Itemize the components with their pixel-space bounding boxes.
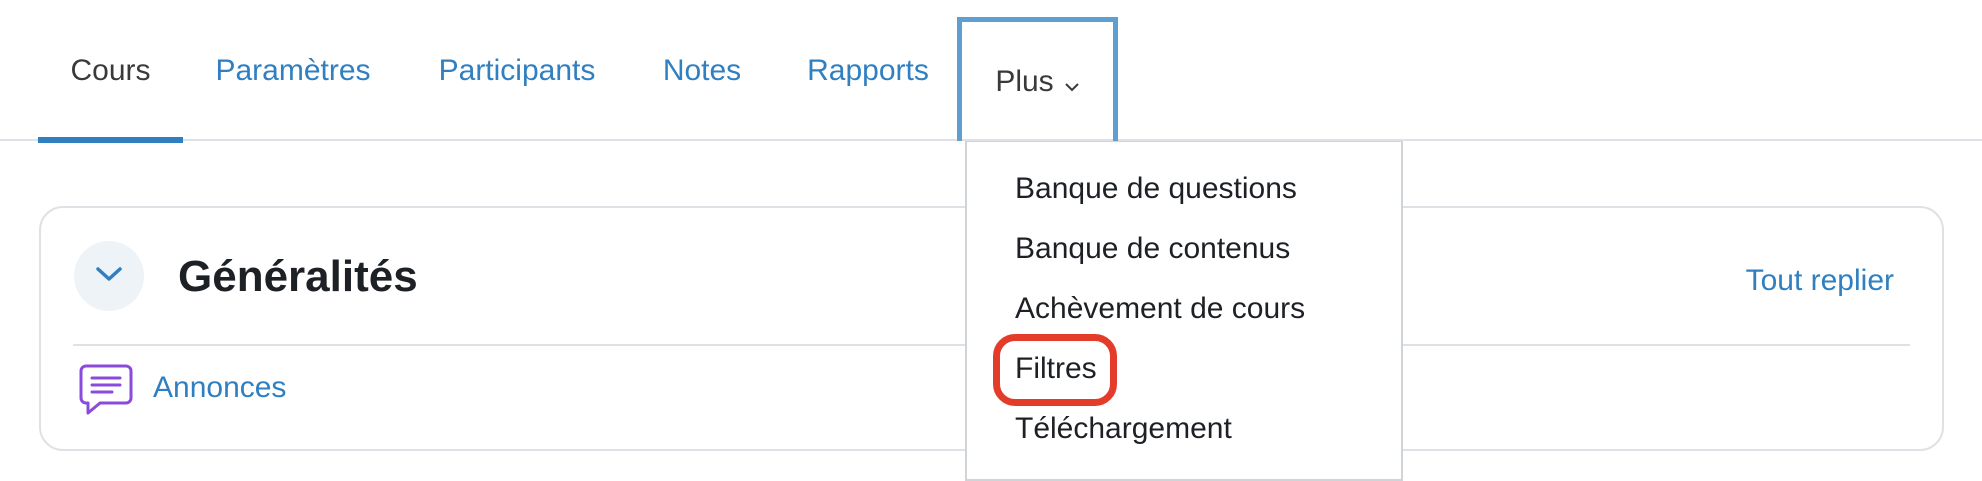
tab-reports[interactable]: Rapports: [795, 0, 941, 141]
tab-settings-label: Paramètres: [215, 53, 371, 87]
secondary-navigation: Cours Paramètres Participants Notes Rapp…: [0, 0, 1982, 143]
forum-icon: [78, 362, 134, 416]
menu-item-content-bank[interactable]: Banque de contenus: [1015, 232, 1290, 266]
tab-more[interactable]: Plus: [957, 17, 1118, 141]
menu-item-download[interactable]: Téléchargement: [1015, 412, 1232, 446]
tab-more-label: Plus: [995, 64, 1054, 98]
collapse-all-link[interactable]: Tout replier: [1746, 264, 1894, 298]
chevron-down-icon: [95, 265, 123, 288]
tab-settings[interactable]: Paramètres: [200, 0, 386, 141]
activity-link-announcements[interactable]: Annonces: [153, 371, 286, 405]
more-dropdown-menu: Banque de questions Banque de contenus A…: [965, 141, 1403, 481]
tab-participants[interactable]: Participants: [422, 0, 612, 141]
section-collapse-button[interactable]: [74, 241, 144, 311]
menu-item-question-bank[interactable]: Banque de questions: [1015, 172, 1297, 206]
tab-reports-label: Rapports: [807, 53, 929, 87]
tab-grades-label: Notes: [662, 53, 742, 87]
tab-participants-label: Participants: [438, 53, 596, 87]
tab-grades[interactable]: Notes: [650, 0, 754, 141]
menu-item-filters[interactable]: Filtres: [1015, 352, 1097, 386]
tab-course-label: Cours: [70, 53, 151, 87]
tab-course[interactable]: Cours: [38, 0, 183, 143]
menu-item-course-completion[interactable]: Achèvement de cours: [1015, 292, 1305, 326]
section-title: Généralités: [178, 252, 418, 301]
chevron-down-icon: [1064, 67, 1080, 101]
